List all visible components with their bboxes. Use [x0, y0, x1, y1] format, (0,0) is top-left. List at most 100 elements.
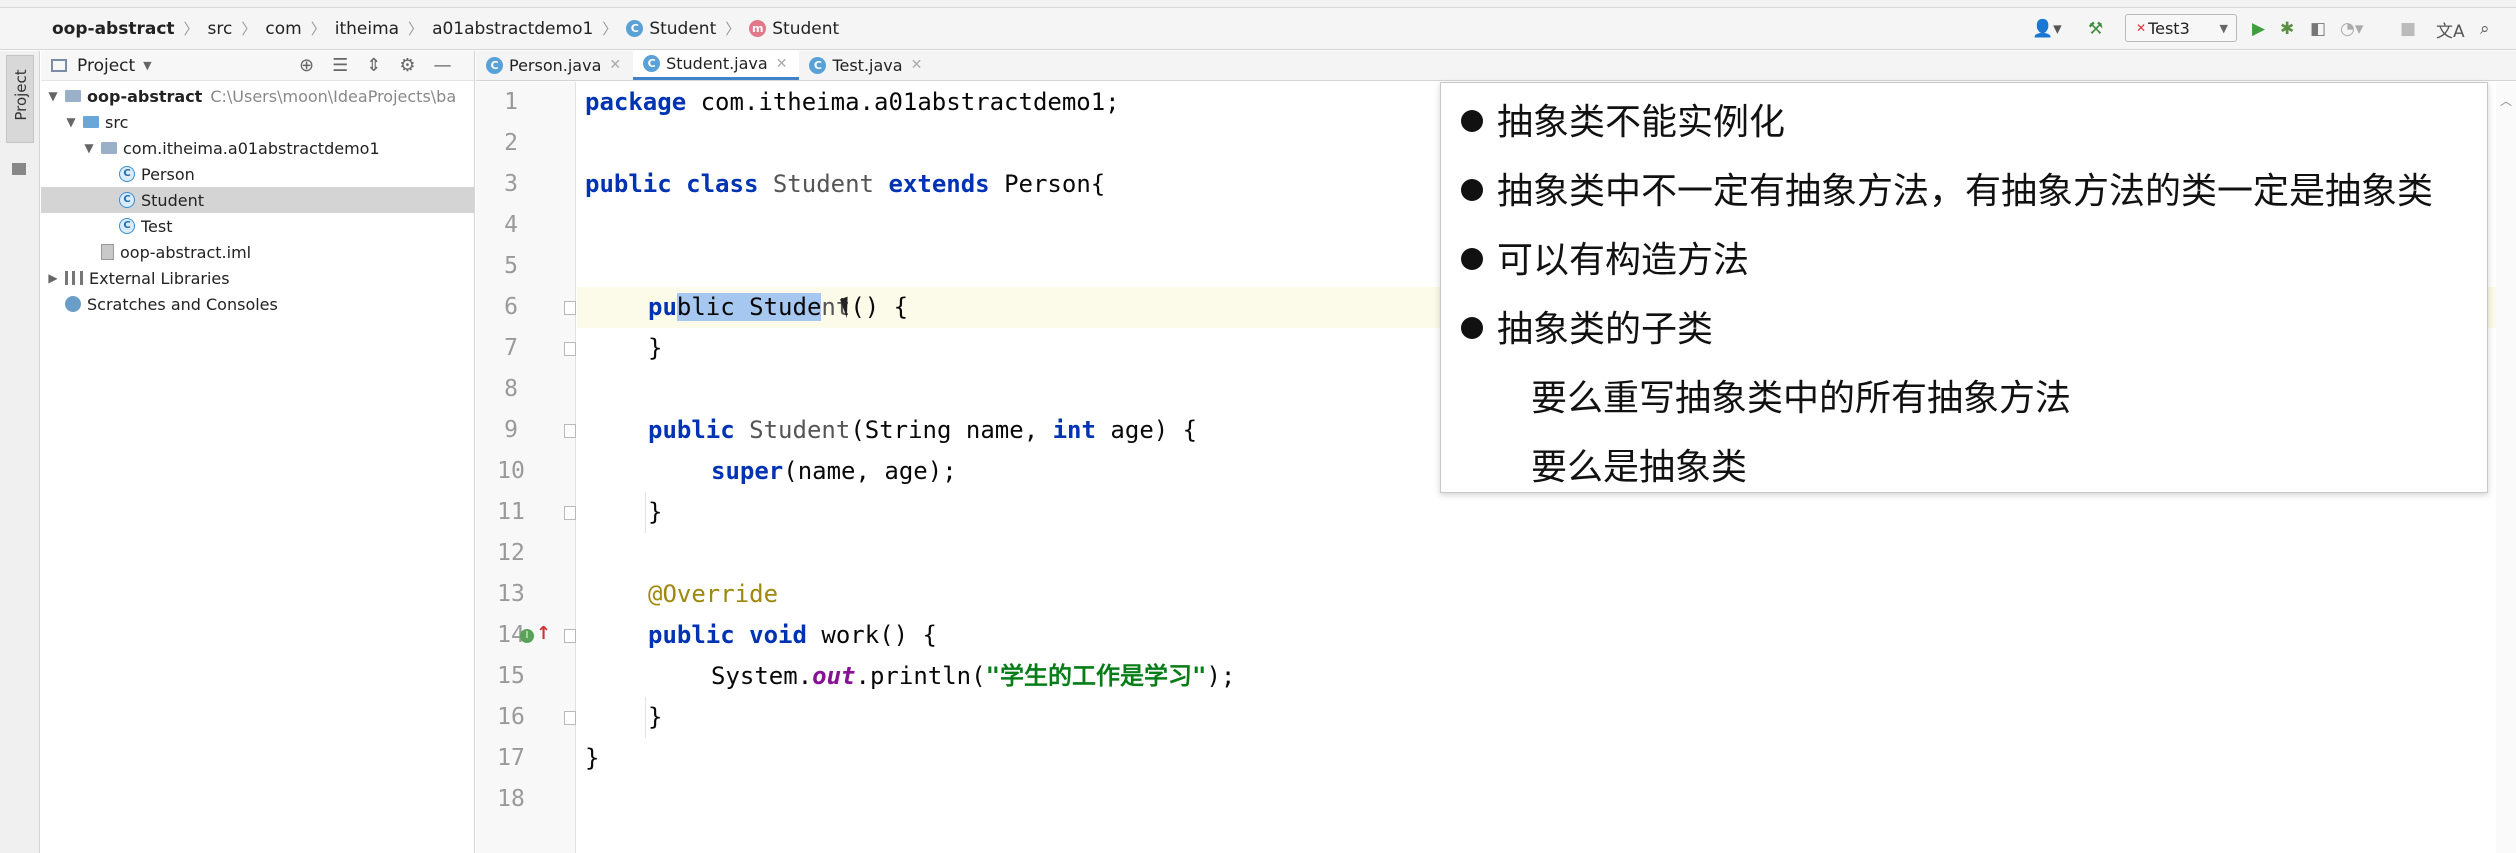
keyword: public — [648, 621, 735, 649]
user-icon[interactable]: 👤▾ — [2032, 14, 2062, 44]
line-number: 13 — [497, 581, 525, 607]
fold-marker-icon[interactable] — [564, 424, 576, 438]
chevron-down-icon[interactable]: ▼ — [63, 115, 79, 129]
chevron-right-icon[interactable]: ▶ — [45, 271, 61, 285]
module-file-icon — [101, 244, 114, 260]
run-configuration-select[interactable]: ✕ Test3 ▼ — [2125, 14, 2237, 42]
structure-icon[interactable] — [12, 163, 26, 175]
keyword: super — [711, 457, 784, 485]
fold-marker-icon[interactable] — [564, 711, 576, 725]
keyword: void — [749, 621, 807, 649]
chevron-up-icon[interactable]: ︿ — [2500, 92, 2512, 109]
hide-icon[interactable]: — — [433, 55, 451, 76]
close-icon[interactable]: ✕ — [609, 57, 621, 73]
static-field: out — [812, 662, 856, 690]
bullet-icon — [1461, 179, 1483, 201]
fold-marker-icon[interactable] — [564, 629, 576, 643]
tab-student-java[interactable]: C Student.java ✕ — [633, 50, 800, 80]
breadcrumb-class[interactable]: C Student — [626, 19, 716, 39]
project-tool-tab-label: Project — [12, 69, 30, 121]
fold-marker-icon[interactable] — [564, 506, 576, 520]
project-panel-title[interactable]: Project — [77, 56, 135, 76]
run-configuration-label: Test3 — [2148, 18, 2190, 38]
class-name: Student — [749, 416, 851, 444]
keyword: public — [648, 416, 735, 444]
note-item: 抽象类不能实例化 — [1461, 93, 1785, 145]
search-icon[interactable]: ⌕ — [2480, 14, 2490, 44]
text-selection: blic Stude — [676, 293, 822, 321]
chevron-down-icon[interactable]: ▼ — [45, 89, 61, 103]
line-number: 9 — [504, 417, 518, 443]
tab-test-java[interactable]: C Test.java ✕ — [799, 50, 934, 80]
tree-item-label: Scratches and Consoles — [87, 294, 278, 314]
line-number: 3 — [504, 171, 518, 197]
note-item: 抽象类中不一定有抽象方法，有抽象方法的类一定是抽象类 — [1461, 162, 2433, 214]
breadcrumb-separator: 〉 — [408, 20, 424, 38]
left-tool-strip: Project — [0, 51, 40, 853]
stop-icon[interactable]: ■ — [2400, 14, 2416, 44]
note-text: 抽象类的子类 — [1497, 309, 1714, 350]
line-number: 11 — [497, 499, 525, 525]
tree-item-scratches[interactable]: Scratches and Consoles — [41, 291, 474, 317]
tree-item-student[interactable]: C Student — [41, 187, 474, 213]
project-panel: Project ▼ ⊕ ☰ ⇕ ⚙ — ▼ oop-abstract C:\Us… — [41, 51, 475, 853]
locate-icon[interactable]: ⊕ — [299, 55, 314, 76]
breadcrumb-method[interactable]: m Student — [749, 19, 839, 39]
libraries-icon — [65, 271, 83, 285]
breadcrumb-project[interactable]: oop-abstract — [52, 19, 175, 39]
breadcrumb-package[interactable]: a01abstractdemo1 — [432, 19, 593, 39]
tab-person-java[interactable]: C Person.java ✕ — [476, 50, 633, 80]
profile-icon[interactable]: ◔▾ — [2340, 14, 2363, 44]
code-text: com.itheima.a01abstractdemo1; — [686, 88, 1120, 116]
tree-item-external-libraries[interactable]: ▶ External Libraries — [41, 265, 474, 291]
translate-icon[interactable]: 文A — [2436, 14, 2465, 44]
breadcrumb-com[interactable]: com — [265, 19, 301, 39]
tree-item-test[interactable]: C Test — [41, 213, 474, 239]
annotation: @Override — [648, 580, 779, 608]
keyword: class — [686, 170, 759, 198]
breadcrumb-separator: 〉 — [241, 20, 257, 38]
tree-item-iml[interactable]: oop-abstract.iml — [41, 239, 474, 265]
override-arrow-icon[interactable]: ↑ — [536, 623, 551, 644]
close-icon[interactable]: ✕ — [911, 57, 923, 73]
tree-item-package[interactable]: ▼ com.itheima.a01abstractdemo1 — [41, 135, 474, 161]
tree-item-src[interactable]: ▼ src — [41, 109, 474, 135]
line-number: 12 — [497, 540, 525, 566]
project-tool-tab[interactable]: Project — [6, 55, 34, 143]
build-hammer-icon[interactable]: ⚒ — [2088, 14, 2103, 44]
breadcrumb-src[interactable]: src — [208, 19, 233, 39]
class-icon: C — [643, 55, 661, 72]
close-icon[interactable]: ✕ — [776, 56, 788, 72]
class-icon: C — [486, 56, 503, 74]
class-icon: C — [119, 166, 135, 182]
project-panel-tools: ⊕ ☰ ⇕ ⚙ — — [299, 55, 451, 76]
breadcrumb-itheima[interactable]: itheima — [335, 19, 399, 39]
error-mark-icon: ✕ — [2136, 21, 2147, 35]
line-number: 17 — [497, 745, 525, 771]
editor-gutter: 1 2 3 4 5 6 7 8 9 10 11 12 13 14 15 16 1… — [476, 82, 576, 853]
class-icon: C — [119, 192, 135, 208]
tab-label: Test.java — [832, 55, 903, 75]
expand-all-icon[interactable]: ☰ — [332, 55, 348, 76]
collapse-all-icon[interactable]: ⇕ — [366, 55, 381, 76]
fold-marker-icon[interactable] — [564, 342, 576, 356]
implements-icon[interactable]: I — [520, 629, 534, 643]
debug-icon[interactable]: ✱ — [2280, 14, 2294, 44]
string-literal: "学生的工作是学习" — [985, 662, 1207, 690]
line-number: 16 — [497, 704, 525, 730]
chevron-down-icon[interactable]: ▼ — [81, 141, 97, 155]
code-text: age) { — [1095, 416, 1198, 444]
gear-icon[interactable]: ⚙ — [399, 55, 415, 76]
fold-marker-icon[interactable] — [564, 301, 576, 315]
run-icon[interactable]: ▶ — [2252, 14, 2265, 44]
tab-label: Student.java — [666, 54, 768, 73]
keyword: pu — [648, 293, 677, 321]
tree-item-project[interactable]: ▼ oop-abstract C:\Users\moon\IdeaProject… — [41, 83, 474, 109]
editor-scrollbar[interactable]: ︿ — [2496, 82, 2516, 853]
class-name: Student — [772, 170, 875, 198]
tree-item-person[interactable]: C Person — [41, 161, 474, 187]
code-text: ); — [1206, 662, 1236, 690]
chevron-down-icon[interactable]: ▼ — [143, 59, 151, 72]
coverage-icon[interactable]: ◧ — [2310, 14, 2326, 44]
tree-item-label: oop-abstract — [87, 86, 203, 106]
